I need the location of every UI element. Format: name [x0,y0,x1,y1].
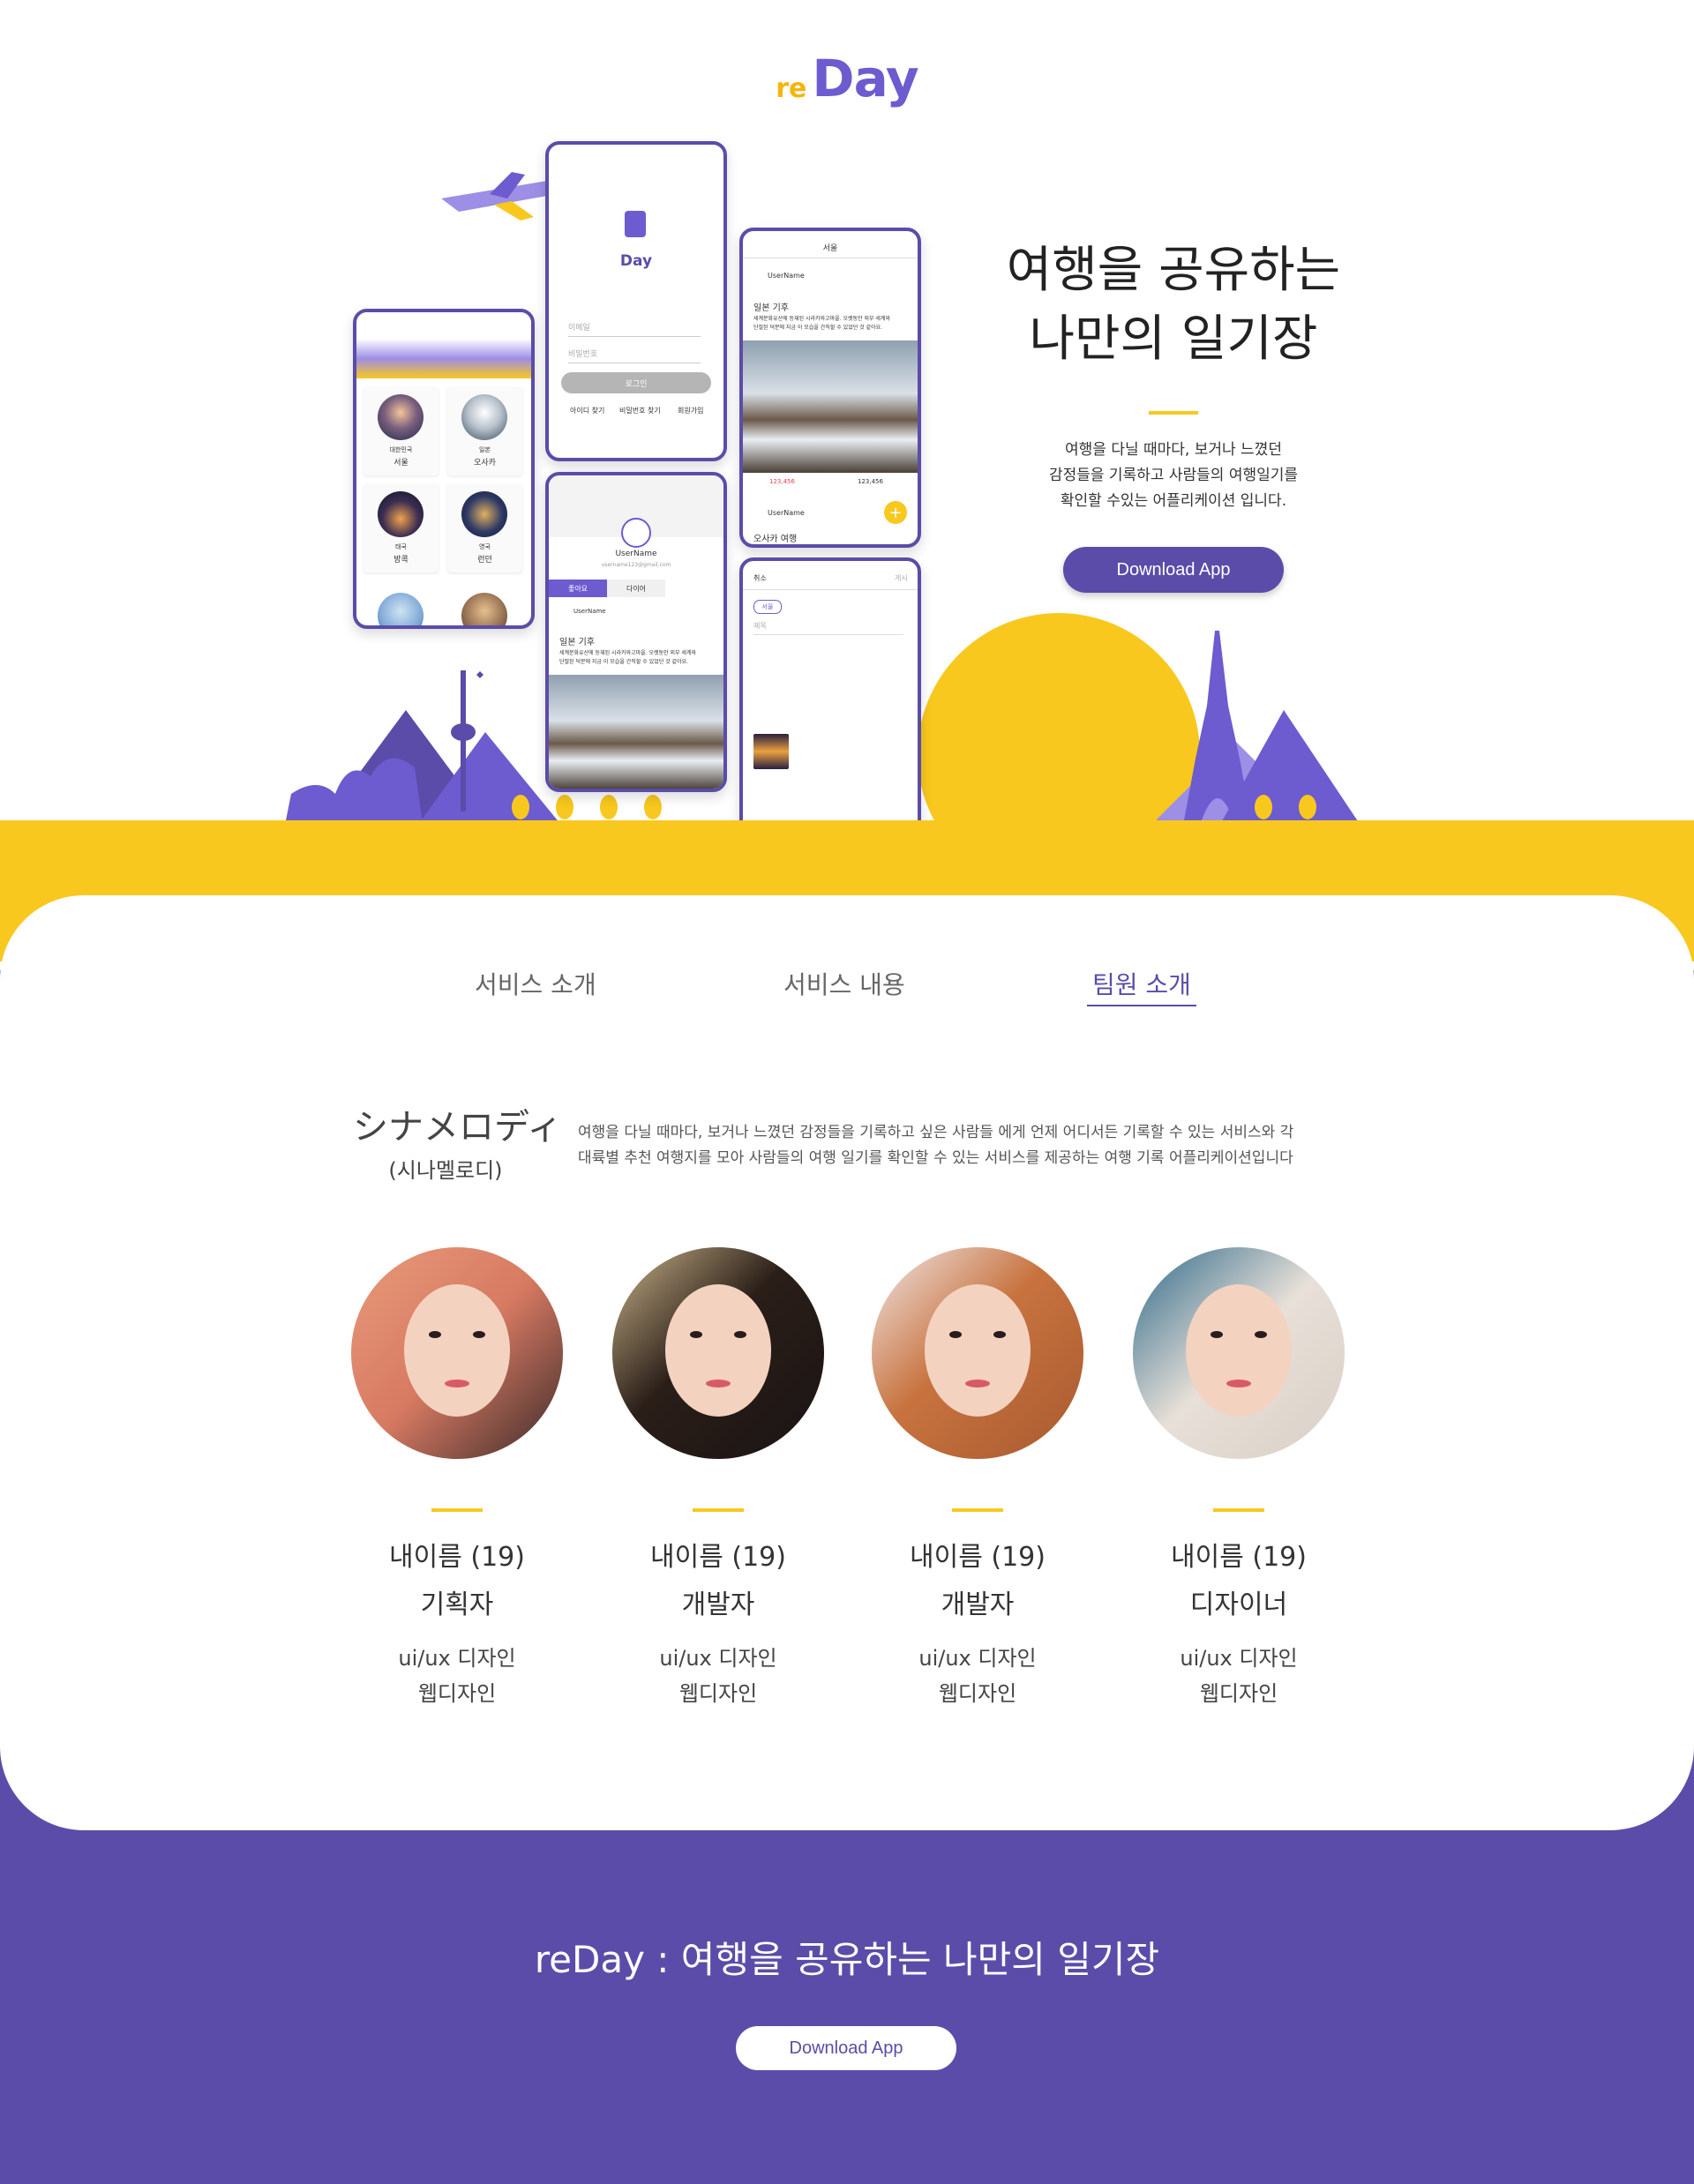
footer-download-button[interactable]: Download App [736,2026,956,2070]
footer-title: reDay : 여행을 공유하는 나만의 일기장 [534,1938,1160,1981]
member-card: 내이름 (19) 개발자 ui/ux 디자인 웹디자인 [612,1247,824,1706]
city-card[interactable]: 일본 오사카 [447,387,522,475]
hero-headline: 여행을 공유하는 나만의 일기장 [1006,242,1341,368]
add-post-button[interactable]: + [884,501,907,524]
phone-login-screen: Day 이메일 비밀번호 로그인 아이디 찾기 비밀번호 찾기 회원가입 [545,141,727,461]
city-card[interactable]: 대한민국 서울 [364,387,438,475]
signup-link[interactable]: 회원가입 [678,406,703,415]
tab-service-content[interactable]: 서비스 내용 [783,966,905,1001]
divider [1213,1508,1264,1512]
tab-team-intro[interactable]: 팀원 소개 [1087,966,1196,1006]
section-tabs: 서비스 소개 서비스 내용 팀원 소개 [0,966,1694,1019]
team-name-jp: シナメロディ [353,1107,563,1148]
tab-diary[interactable]: 다이어 [607,580,665,597]
member-card: 내이름 (19) 디자이너 ui/ux 디자인 웹디자인 [1133,1247,1345,1706]
team-name-kr: (시나멜로디) [388,1158,503,1183]
login-button[interactable]: 로그인 [561,372,711,393]
avatar [612,1247,824,1459]
phone-feed-screen: 서울 UserName 일본 기후 세계문화유산에 등재된 시라카와고마을. 오… [739,228,921,548]
tab-likes[interactable]: 좋아요 [549,580,607,597]
title-field[interactable]: 제목 [753,621,903,635]
post-button[interactable]: 게시 [895,573,908,583]
opera-house-shape [284,758,424,829]
phone-home-screen: 대한민국 서울 일본 오사카 태국 방콕 영국 런던 [353,309,535,629]
footer [0,1831,1694,2184]
phone-write-screen: 취소 게시 서울 제목 [739,557,921,847]
avatar [351,1247,563,1459]
team-description: 여행을 다닐 때마다, 보거나 느꼈던 감정들을 기록하고 싶은 사람들 에게 … [578,1124,1294,1167]
cancel-button[interactable]: 취소 [753,573,767,583]
find-id-link[interactable]: 아이디 찾기 [570,406,604,415]
tab-service-intro[interactable]: 서비스 소개 [475,966,596,1001]
content-card [0,895,1694,1830]
divider [431,1508,483,1512]
divider [952,1508,1003,1512]
avatar [1133,1247,1345,1459]
hero-description: 여행을 다닐 때마다, 보거나 느꼈던 감정들을 기록하고 사람들의 여행일기를… [1048,441,1299,510]
member-card: 내이름 (19) 기획자 ui/ux 디자인 웹디자인 [351,1247,563,1706]
city-card[interactable]: 영국 런던 [447,484,522,572]
divider [1149,411,1198,415]
phone-profile-screen: UserName username123@gmail.com 좋아요 다이어 U… [545,472,727,792]
member-card: 내이름 (19) 개발자 ui/ux 디자인 웹디자인 [872,1247,1083,1706]
profile-avatar-icon [621,518,651,548]
download-app-button[interactable]: Download App [1063,547,1284,593]
password-field[interactable]: 비밀번호 [568,348,701,363]
email-field[interactable]: 이메일 [568,321,701,337]
city-card[interactable]: 태국 방콕 [364,484,438,572]
divider [693,1508,744,1512]
avatar [872,1247,1083,1459]
find-password-link[interactable]: 비밀번호 찾기 [619,406,661,415]
tag-chip[interactable]: 서울 [753,600,782,614]
